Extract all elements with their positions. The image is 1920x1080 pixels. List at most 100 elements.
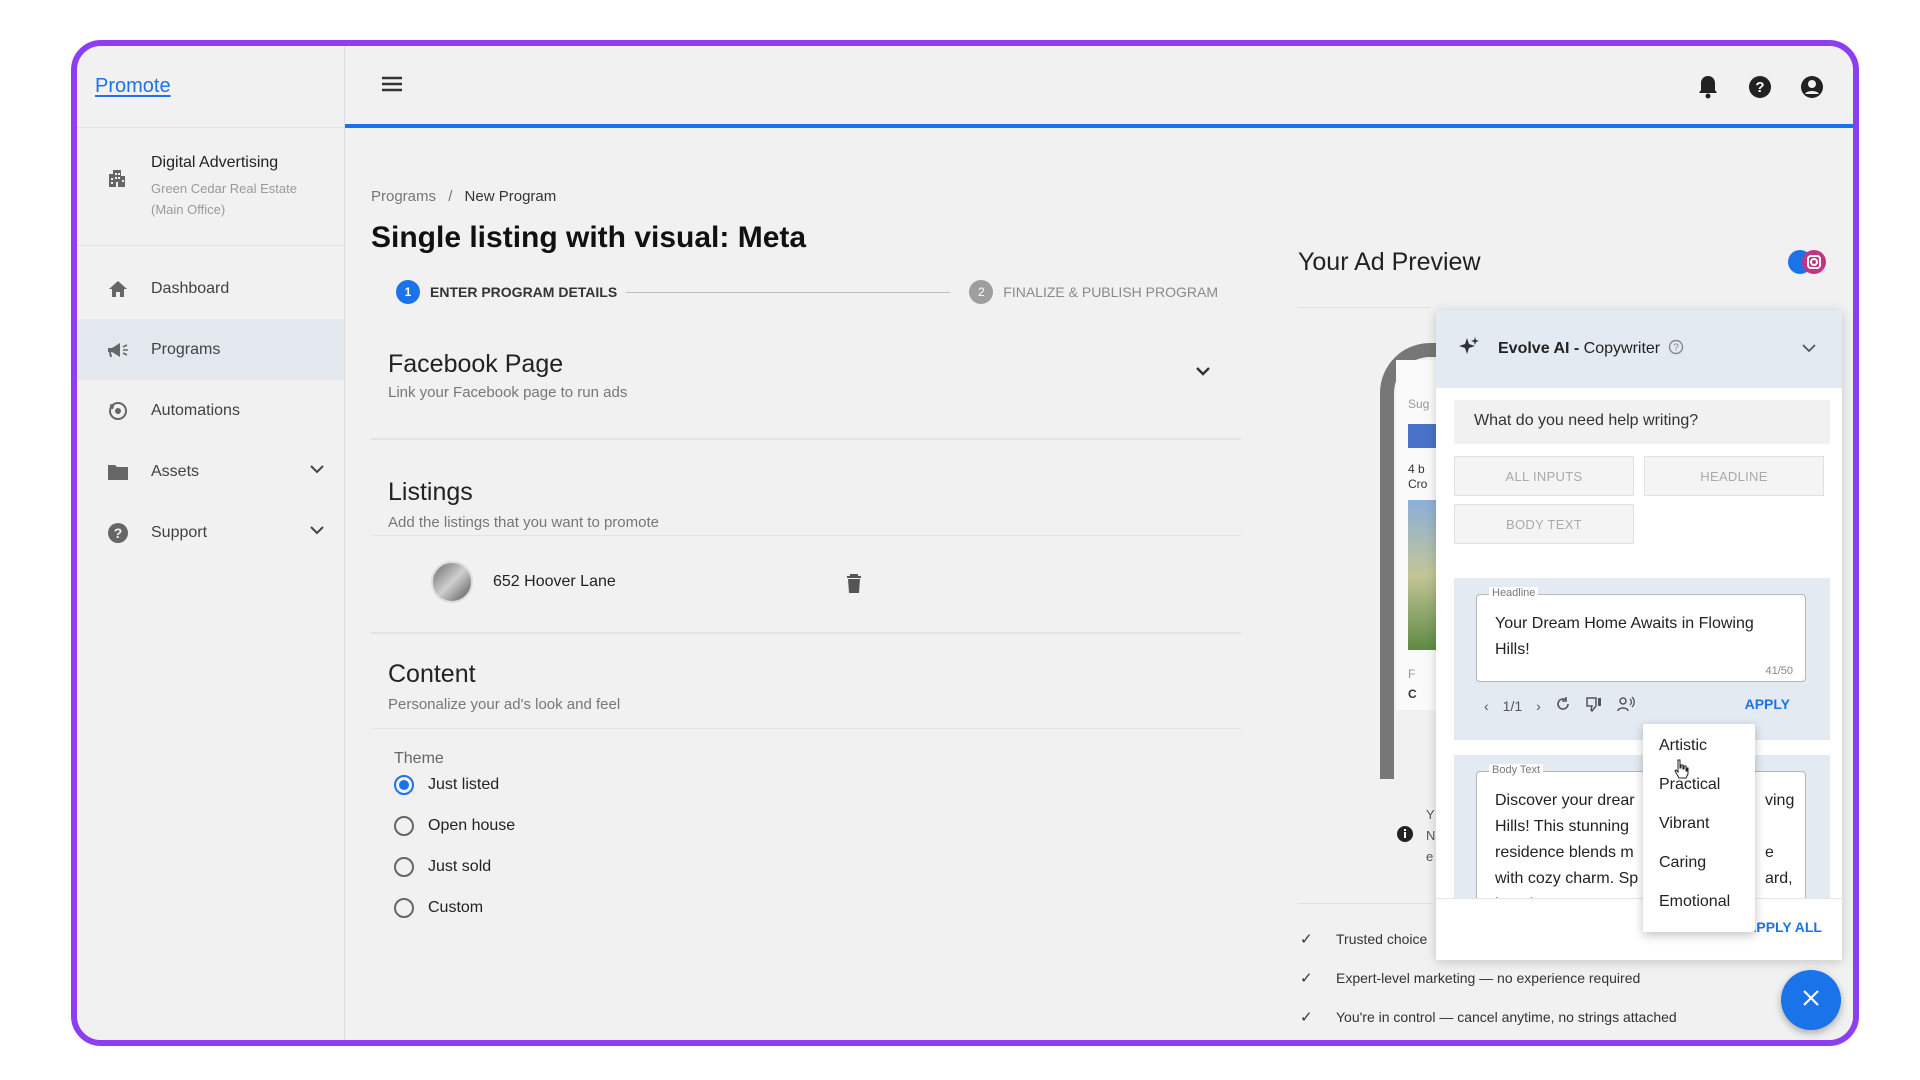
breadcrumb-programs[interactable]: Programs — [371, 188, 436, 205]
section-divider — [371, 535, 1241, 536]
apply-all-button[interactable]: APPLY ALL — [1746, 919, 1822, 935]
ai-panel-header[interactable]: Evolve AI - Copywriter ? — [1436, 310, 1842, 388]
org-title: Digital Advertising — [151, 154, 279, 171]
folder-icon — [107, 461, 129, 483]
close-icon — [1802, 989, 1820, 1012]
tone-option-emotional[interactable]: Emotional — [1643, 882, 1755, 921]
headline-text: Your Dream Home Awaits in Flowing Hills! — [1495, 615, 1754, 658]
listings-section: Listings Add the listings that you want … — [371, 478, 1241, 531]
chevron-down-icon[interactable] — [1802, 340, 1816, 358]
hand-cursor-icon — [1673, 759, 1689, 784]
theme-radio-open-house[interactable]: Open house — [394, 816, 515, 836]
section-divider — [371, 728, 1241, 729]
home-icon — [107, 278, 129, 300]
ai-tab-body-text[interactable]: BODY TEXT — [1454, 504, 1634, 544]
step-finalize[interactable]: 2 FINALIZE & PUBLISH PROGRAM — [969, 280, 1218, 304]
facebook-instagram-icon — [1788, 250, 1826, 274]
body-fragment: with cozy charm. Sp — [1495, 870, 1639, 887]
sidebar: Promote Digital Advertising Green Cedar … — [77, 46, 345, 1040]
sidebar-item-dashboard[interactable]: Dashboard — [77, 258, 344, 319]
theme-radio-custom[interactable]: Custom — [394, 898, 483, 918]
ai-title-bold: Evolve AI - — [1498, 340, 1580, 357]
pager-text: 1/1 — [1502, 697, 1523, 714]
refresh-icon[interactable] — [1555, 696, 1571, 715]
theme-radio-just-sold[interactable]: Just sold — [394, 857, 491, 877]
automation-icon — [107, 400, 129, 422]
account-icon[interactable] — [1797, 72, 1827, 107]
help-icon: ? — [107, 522, 129, 544]
radio-dot[interactable] — [394, 898, 414, 918]
sidebar-item-assets[interactable]: Assets — [77, 441, 344, 502]
radio-dot[interactable] — [394, 857, 414, 877]
headline-label: Headline — [1489, 587, 1539, 599]
content-title: Content — [388, 660, 476, 688]
chevron-down-icon[interactable] — [310, 522, 324, 540]
listing-thumbnail — [431, 561, 473, 603]
step-enter-details[interactable]: 1 ENTER PROGRAM DETAILS — [396, 280, 617, 304]
chevron-down-icon[interactable] — [310, 461, 324, 479]
body-text: Discover your drear ving Hills! This stun… — [1477, 772, 1805, 918]
info-icon[interactable] — [1396, 825, 1414, 848]
phone-text-line: Cro — [1408, 477, 1428, 491]
step-label: FINALIZE & PUBLISH PROGRAM — [1003, 284, 1218, 300]
radio-label: Just sold — [428, 858, 492, 875]
phone-text: Sug — [1408, 397, 1430, 411]
body-fragment: residence blends m — [1495, 844, 1634, 861]
page-title: Single listing with visual: Meta — [371, 221, 807, 254]
help-icon[interactable]: ? — [1745, 72, 1775, 107]
sidebar-item-support[interactable]: ? Support — [77, 502, 344, 563]
megaphone-icon — [107, 339, 129, 361]
sidebar-item-programs[interactable]: Programs — [77, 319, 344, 380]
phone-text-line: 4 b — [1408, 462, 1425, 476]
svg-text:?: ? — [114, 525, 123, 541]
voice-tone-icon[interactable] — [1617, 696, 1635, 715]
ai-title-rest: Copywriter — [1579, 340, 1661, 357]
preview-divider — [1298, 307, 1430, 308]
phone-text: C — [1408, 687, 1417, 701]
listings-title: Listings — [388, 478, 473, 506]
trash-icon[interactable] — [846, 574, 862, 599]
preview-divider — [1298, 903, 1432, 904]
building-icon — [107, 168, 129, 225]
sidebar-item-label: Programs — [151, 340, 221, 358]
sidebar-item-label: Support — [151, 523, 208, 541]
help-outline-icon[interactable]: ? — [1668, 339, 1684, 360]
radio-label: Open house — [428, 817, 516, 834]
tone-option-practical[interactable]: Practical — [1643, 765, 1755, 804]
ai-headline-block: Headline Your Dream Home Awaits in Flowi… — [1454, 578, 1830, 740]
radio-dot[interactable] — [394, 816, 414, 836]
body-fragment: Discover your drear — [1495, 792, 1635, 809]
body-fragment: ving — [1765, 792, 1795, 809]
chevron-left-icon[interactable]: ‹ — [1484, 698, 1489, 714]
facebook-page-subtitle: Link your Facebook page to run ads — [388, 384, 628, 401]
tone-option-vibrant[interactable]: Vibrant — [1643, 804, 1755, 843]
svg-text:?: ? — [1673, 342, 1679, 353]
radio-dot[interactable] — [394, 775, 414, 795]
ai-prompt-input[interactable]: What do you need help writing? — [1454, 400, 1830, 444]
ai-tab-all-inputs[interactable]: ALL INPUTS — [1454, 456, 1634, 496]
ai-tab-headline[interactable]: HEADLINE — [1644, 456, 1824, 496]
apply-button[interactable]: APPLY — [1745, 696, 1790, 712]
theme-radio-just-listed[interactable]: Just listed — [394, 775, 499, 795]
sidebar-item-automations[interactable]: Automations — [77, 380, 344, 441]
chevron-right-icon[interactable]: › — [1536, 698, 1541, 714]
step-number: 1 — [396, 280, 420, 304]
close-fab-button[interactable] — [1781, 970, 1841, 1030]
content-section: Content Personalize your ad's look and f… — [371, 660, 1241, 713]
feature-text: You're in control — cancel anytime, no s… — [1336, 1009, 1677, 1025]
brand-link[interactable]: Promote — [95, 75, 171, 98]
tone-option-artistic[interactable]: Artistic — [1643, 726, 1755, 765]
sparkle-icon — [1458, 336, 1480, 363]
tone-option-caring[interactable]: Caring — [1643, 843, 1755, 882]
thumbs-down-icon[interactable] — [1585, 696, 1603, 715]
bell-icon[interactable] — [1693, 72, 1723, 107]
menu-icon[interactable] — [381, 76, 403, 97]
breadcrumb-current: New Program — [464, 188, 557, 205]
chevron-down-icon[interactable] — [1195, 364, 1211, 382]
headline-field[interactable]: Headline Your Dream Home Awaits in Flowi… — [1476, 587, 1806, 682]
headline-tools: ‹ 1/1 › — [1484, 696, 1635, 715]
org-selector[interactable]: Digital Advertising Green Cedar Real Est… — [77, 128, 344, 246]
facebook-page-section[interactable]: Facebook Page Link your Facebook page to… — [371, 350, 1241, 430]
phone-text: F — [1408, 667, 1416, 681]
feature-item: ✓ You're in control — cancel anytime, no … — [1300, 1008, 1677, 1026]
